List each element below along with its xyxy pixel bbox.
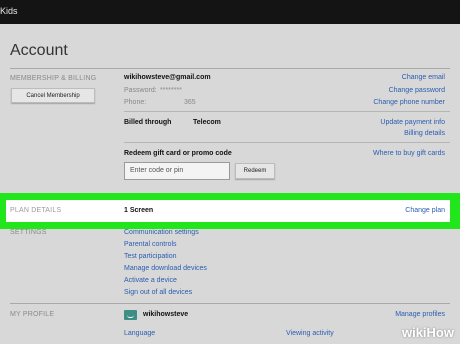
- change-plan-link[interactable]: Change plan: [405, 207, 445, 214]
- sign-out-all-link[interactable]: Sign out of all devices: [124, 289, 192, 296]
- viewing-activity-link[interactable]: Viewing activity: [286, 330, 334, 337]
- redeem-heading: Redeem gift card or promo code: [124, 150, 232, 157]
- change-email-link[interactable]: Change email: [402, 74, 445, 81]
- divider: [124, 142, 450, 143]
- section-label-profile: MY PROFILE: [10, 311, 55, 318]
- manage-profiles-link[interactable]: Manage profiles: [395, 311, 445, 318]
- password-value: ********: [160, 87, 182, 94]
- section-label-settings: SETTINGS: [10, 229, 47, 236]
- brand-logo[interactable]: Kids: [0, 6, 18, 16]
- redeem-button[interactable]: Redeem: [235, 163, 275, 179]
- language-link[interactable]: Language: [124, 330, 155, 337]
- cancel-membership-button[interactable]: Cancel Membership: [11, 88, 95, 103]
- watermark-how: How: [426, 325, 454, 340]
- parental-controls-link[interactable]: Parental controls: [124, 241, 177, 248]
- manage-download-devices-link[interactable]: Manage download devices: [124, 265, 207, 272]
- change-password-link[interactable]: Change password: [389, 87, 445, 94]
- billed-through-value: Telecom: [193, 119, 221, 126]
- update-payment-link[interactable]: Update payment info: [380, 119, 445, 126]
- divider: [124, 111, 450, 112]
- account-email: wikihowsteve@gmail.com: [124, 74, 211, 81]
- test-participation-link[interactable]: Test participation: [124, 253, 177, 260]
- section-divider: [10, 303, 450, 304]
- section-divider: [10, 68, 450, 69]
- profile-name: wikihowsteve: [143, 311, 189, 318]
- top-bar: Kids: [0, 0, 460, 24]
- wikihow-watermark: wikiHow: [402, 325, 454, 340]
- page-title: Account: [10, 42, 68, 59]
- billing-details-link[interactable]: Billing details: [404, 130, 445, 137]
- communication-settings-link[interactable]: Communication settings: [124, 229, 199, 236]
- account-page: [0, 24, 460, 344]
- billed-through-label: Billed through: [124, 119, 172, 126]
- section-label-membership: MEMBERSHIP & BILLING: [10, 75, 97, 82]
- plan-value: 1 Screen: [124, 207, 154, 214]
- activate-device-link[interactable]: Activate a device: [124, 277, 177, 284]
- password-label: Password:: [124, 87, 157, 94]
- gift-code-input[interactable]: Enter code or pin: [124, 162, 230, 180]
- where-to-buy-link[interactable]: Where to buy gift cards: [373, 150, 445, 157]
- phone-label: Phone:: [124, 99, 147, 106]
- section-label-plan: PLAN DETAILS: [10, 207, 62, 214]
- change-phone-link[interactable]: Change phone number: [373, 99, 445, 106]
- watermark-wiki: wiki: [401, 325, 427, 340]
- profile-avatar[interactable]: [124, 310, 137, 320]
- phone-value: 365: [184, 99, 196, 106]
- plan-details-row: [6, 200, 450, 222]
